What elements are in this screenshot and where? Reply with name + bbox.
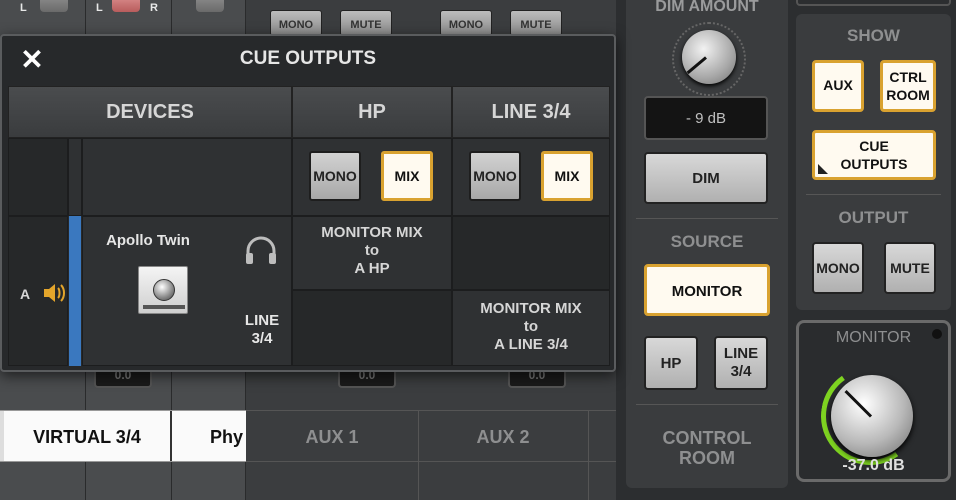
empty-route-cell[interactable] <box>292 290 452 366</box>
aux-mono-button[interactable]: MONO <box>440 10 492 36</box>
panel-edge <box>796 0 951 6</box>
device-color-bar <box>69 216 81 366</box>
device-dial <box>153 279 175 301</box>
speaker-icon <box>44 284 65 302</box>
line34-mix-button[interactable]: MIX <box>541 151 593 201</box>
monitor-level-panel: MONITOR -37.0 dB <box>796 320 951 482</box>
source-label: SOURCE <box>670 232 744 251</box>
hp-mix-button[interactable]: MIX <box>381 151 433 201</box>
empty-cell <box>82 138 292 216</box>
line34-header: LINE 3/4 <box>452 86 610 138</box>
knob-pointer <box>686 56 707 75</box>
channel-label-l: L <box>20 2 27 14</box>
dim-button[interactable]: DIM <box>644 152 768 204</box>
show-output-section: SHOW AUX CTRL ROOM CUE OUTPUTS OUTPUT MO… <box>796 14 951 310</box>
dim-amount-knob[interactable] <box>682 30 736 84</box>
line34-route-text: MONITOR MIX to A LINE 3/4 <box>480 300 582 353</box>
divider <box>588 410 589 500</box>
aux-mute-button[interactable]: MUTE <box>340 10 392 36</box>
indicator-dot <box>932 329 942 339</box>
output-label: OUTPUT <box>838 208 909 227</box>
cue-outputs-popup: ✕ CUE OUTPUTS DEVICES HP LINE 3/4 MONO M… <box>0 34 616 372</box>
popup-title: CUE OUTPUTS <box>239 48 377 69</box>
hp-route-text: MONITOR MIX to A HP <box>321 224 423 277</box>
aux-mute-button[interactable]: MUTE <box>510 10 562 36</box>
tab-physical[interactable]: Phy <box>210 411 243 461</box>
device-name: Apollo Twin <box>106 232 190 249</box>
channel-label-r: R <box>150 2 158 14</box>
monitor-section: DIM AMOUNT - 9 dB DIM SOURCE MONITOR HP … <box>626 0 788 488</box>
show-ctrl-room-button[interactable]: CTRL ROOM <box>880 60 936 112</box>
divider <box>636 218 778 219</box>
divider <box>806 194 941 195</box>
channel-label-l: L <box>96 2 103 14</box>
output-mono-button[interactable]: MONO <box>812 242 864 294</box>
device-letter: A <box>20 286 31 302</box>
monitor-level-knob[interactable] <box>831 375 913 457</box>
empty-cell <box>8 138 68 216</box>
monitor-label: MONITOR <box>835 329 912 346</box>
divider <box>636 404 778 405</box>
knob-pointer <box>844 389 873 418</box>
corner-triangle-icon <box>818 164 828 174</box>
devices-header: DEVICES <box>8 86 292 138</box>
pan-knob[interactable] <box>112 0 140 12</box>
line34-mono-button[interactable]: MONO <box>469 151 521 201</box>
source-hp-button[interactable]: HP <box>644 336 698 390</box>
dim-amount-label: DIM AMOUNT <box>655 0 759 15</box>
empty-cell <box>68 138 82 216</box>
empty-route-cell[interactable] <box>452 216 610 290</box>
aux-mono-button[interactable]: MONO <box>270 10 322 36</box>
device-strip <box>143 305 185 309</box>
source-monitor-button[interactable]: MONITOR <box>644 264 770 316</box>
monitor-level-value: -37.0 dB <box>842 457 905 474</box>
pan-knob[interactable] <box>196 0 224 12</box>
aux-label-row: AUX 1 AUX 2 <box>246 410 616 462</box>
hp-mono-button[interactable]: MONO <box>309 151 361 201</box>
show-label: SHOW <box>847 26 900 45</box>
hp-header: HP <box>292 86 452 138</box>
control-room-label: CONTROL ROOM <box>662 428 752 468</box>
divider <box>418 410 419 500</box>
aux-2-label[interactable]: AUX 2 <box>418 411 588 463</box>
tab-bar: VIRTUAL 3/4 Phy <box>0 410 246 462</box>
show-cue-outputs-button[interactable]: CUE OUTPUTS <box>812 130 936 180</box>
aux-1-label[interactable]: AUX 1 <box>246 411 418 463</box>
show-aux-button[interactable]: AUX <box>812 60 864 112</box>
source-line34-button[interactable]: LINE 3/4 <box>714 336 768 390</box>
apollo-twin-device-icon <box>138 266 188 314</box>
line34-controls-cell: MONO MIX <box>452 138 610 216</box>
dim-amount-value: - 9 dB <box>644 96 768 140</box>
device-line34-label: LINE 3/4 <box>244 312 280 347</box>
output-mute-button[interactable]: MUTE <box>884 242 936 294</box>
tab-virtual-34[interactable]: VIRTUAL 3/4 <box>0 411 172 461</box>
pan-knob[interactable] <box>40 0 68 12</box>
hp-controls-cell: MONO MIX <box>292 138 452 216</box>
headphones-icon <box>246 236 276 264</box>
